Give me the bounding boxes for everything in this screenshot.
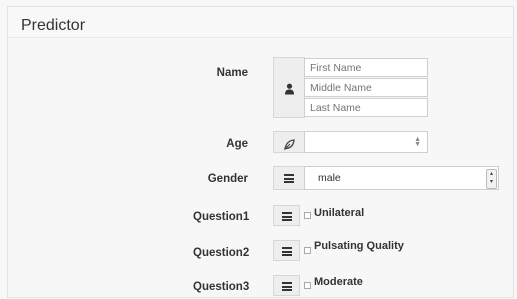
gender-addon bbox=[273, 166, 305, 190]
question1-addon bbox=[273, 205, 300, 226]
question3-label: Question3 bbox=[193, 281, 250, 293]
gender-label: Gender bbox=[207, 173, 248, 185]
unilateral-option-label: Unilateral bbox=[314, 207, 365, 219]
pulsating-quality-option-label: Pulsating Quality bbox=[314, 240, 404, 252]
moderate-checkbox[interactable] bbox=[304, 282, 311, 289]
age-addon bbox=[273, 131, 305, 153]
age-input[interactable]: ▲ ▼ bbox=[304, 131, 428, 153]
list-icon bbox=[282, 282, 292, 291]
last-name-input[interactable] bbox=[304, 98, 428, 117]
moderate-option-label: Moderate bbox=[314, 276, 363, 288]
gender-select[interactable]: male ▴ ▾ bbox=[304, 166, 499, 190]
middle-name-input[interactable] bbox=[304, 78, 428, 97]
list-icon bbox=[282, 212, 292, 221]
unilateral-checkbox[interactable] bbox=[304, 212, 311, 219]
list-icon bbox=[282, 247, 292, 256]
dropdown-arrow-icon[interactable]: ▴ ▾ bbox=[486, 169, 497, 189]
name-addon bbox=[273, 57, 305, 118]
first-name-input[interactable] bbox=[304, 58, 428, 77]
leaf-icon bbox=[284, 137, 295, 155]
user-icon bbox=[284, 82, 295, 100]
gender-selected-value: male bbox=[318, 172, 341, 184]
list-icon bbox=[284, 174, 294, 183]
question3-addon bbox=[273, 275, 300, 296]
pulsating-quality-checkbox[interactable] bbox=[304, 247, 311, 254]
predictor-panel: Predictor bbox=[7, 6, 514, 298]
question2-addon bbox=[273, 240, 300, 261]
question2-label: Question2 bbox=[193, 247, 250, 259]
age-label: Age bbox=[226, 138, 248, 150]
spinner-arrows-icon[interactable]: ▲ ▼ bbox=[414, 136, 421, 148]
panel-title: Predictor bbox=[21, 17, 86, 34]
name-label: Name bbox=[216, 67, 248, 79]
question1-label: Question1 bbox=[193, 211, 250, 223]
